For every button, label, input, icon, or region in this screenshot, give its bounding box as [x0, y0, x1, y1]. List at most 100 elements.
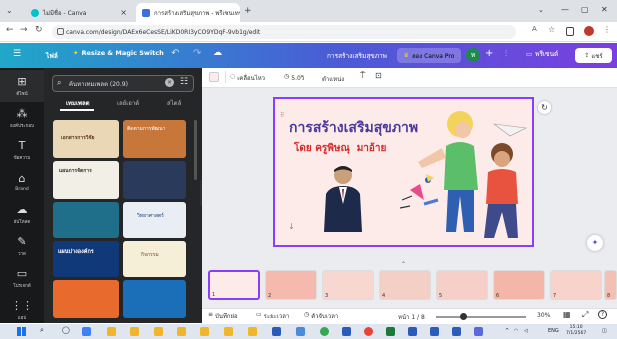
title-handle-icon[interactable]: ⠿: [280, 112, 284, 119]
grid-view-icon[interactable]: ▦: [563, 310, 571, 319]
taskbar-app-icon[interactable]: [386, 327, 395, 336]
template-thumbnail[interactable]: ติดตามการพัฒนา: [123, 120, 186, 158]
share-button[interactable]: ⇪ แชร์: [575, 48, 612, 63]
taskbar-app-icon[interactable]: [107, 327, 116, 336]
clear-search-icon[interactable]: ×: [165, 78, 174, 87]
notes-button[interactable]: ≡ บันทึกย่อ: [208, 311, 238, 321]
taskbar-app-icon[interactable]: [474, 327, 483, 336]
presenter-photo[interactable]: [318, 160, 368, 232]
sidepanel-icon[interactable]: [566, 27, 574, 36]
page-thumbnail[interactable]: 5: [436, 270, 488, 300]
page-thumbnail[interactable]: 2: [265, 270, 317, 300]
taskbar-app-icon[interactable]: [154, 327, 163, 336]
page-thumbnail[interactable]: 7: [550, 270, 602, 300]
template-thumbnail[interactable]: [123, 161, 186, 199]
taskbar-clock[interactable]: 15:10 7/1/2567: [566, 325, 586, 336]
page-thumbnail[interactable]: 4: [379, 270, 431, 300]
forward-icon[interactable]: →: [20, 25, 28, 35]
windows-start-icon[interactable]: [17, 327, 26, 336]
position-button[interactable]: ตำแหน่ง: [322, 74, 344, 84]
rail-item-draw[interactable]: ✎ วาด: [0, 230, 44, 262]
translate-icon[interactable]: A: [532, 25, 537, 33]
page-thumbnail[interactable]: 8: [604, 270, 617, 300]
tab-layouts[interactable]: เลย์เอาต์: [117, 98, 139, 108]
filter-icon[interactable]: ☷: [180, 77, 188, 87]
rail-item-design[interactable]: ⊞ ดีไซน์: [0, 70, 44, 102]
taskbar-app-icon[interactable]: [177, 327, 186, 336]
taskbar-app-icon[interactable]: [272, 327, 281, 336]
zoom-slider-track[interactable]: [436, 316, 526, 318]
file-menu[interactable]: ไฟล์: [46, 51, 58, 61]
timer-button[interactable]: ▭ ระยะเวลา: [256, 311, 289, 321]
minimize-button[interactable]: —: [561, 5, 569, 14]
template-thumbnail[interactable]: [53, 280, 119, 318]
paint-format-icon[interactable]: ⍑: [360, 71, 365, 81]
page-thumbnail-active[interactable]: 1: [208, 270, 260, 300]
rail-item-text[interactable]: T ข้อความ: [0, 134, 44, 166]
template-thumbnail[interactable]: วิทยาศาสตร์: [123, 202, 186, 238]
taskbar-app-icon[interactable]: [248, 327, 257, 336]
template-thumbnail[interactable]: เอกสารการวิจัย: [53, 120, 119, 158]
slide-subtitle[interactable]: โดย ครูพิษณุ มาอ้าย: [294, 141, 386, 156]
tray-chevron-icon[interactable]: ^: [505, 328, 509, 334]
hamburger-menu-icon[interactable]: ☰: [13, 49, 21, 59]
tab-search-icon[interactable]: ⌄: [6, 6, 13, 15]
site-info-icon[interactable]: [57, 28, 64, 35]
template-thumbnail[interactable]: [53, 202, 119, 238]
volume-icon[interactable]: ◁: [524, 328, 528, 334]
cloud-save-icon[interactable]: ☁: [213, 48, 222, 58]
browser-tab-2[interactable]: การสร้างเสริมสุขภาพ - พรีเซนเทชั่น ×: [136, 3, 240, 22]
taskbar-app-icon[interactable]: [430, 327, 439, 336]
add-page-down-icon[interactable]: ↓: [288, 222, 295, 231]
taskbar-app-icon[interactable]: [130, 327, 139, 336]
resize-magic-switch-button[interactable]: ✦ Resize & Magic Switch: [73, 49, 164, 57]
lock-icon[interactable]: ⊡: [375, 71, 382, 80]
tab-templates[interactable]: เทมเพลต: [66, 98, 90, 108]
rail-item-elements[interactable]: ⁂ องค์ประกอบ: [0, 102, 44, 134]
panel-scrollbar[interactable]: [194, 120, 197, 180]
new-tab-button[interactable]: +: [244, 6, 252, 16]
redo-button[interactable]: ↷: [193, 48, 201, 59]
taskview-icon[interactable]: ◯: [62, 326, 70, 334]
taskbar-app-icon[interactable]: [452, 327, 461, 336]
background-color-swatch[interactable]: [209, 72, 219, 82]
bookmark-star-icon[interactable]: ☆: [548, 25, 555, 34]
taskbar-search-icon[interactable]: ⌕: [40, 326, 44, 335]
close-window-button[interactable]: ✕: [601, 5, 608, 14]
rail-item-uploads[interactable]: ☁ อัปโหลด: [0, 198, 44, 230]
maximize-button[interactable]: ▢: [581, 5, 589, 14]
user-avatar[interactable]: ห: [466, 48, 480, 62]
template-thumbnail[interactable]: แผนบ่างองค์กร: [53, 241, 119, 277]
taskbar-app-icon[interactable]: [296, 327, 305, 336]
template-thumbnail[interactable]: [123, 280, 186, 318]
try-canva-pro-button[interactable]: ♛ ลอง Canva Pro: [397, 48, 461, 63]
page-thumbnail[interactable]: 3: [322, 270, 374, 300]
refresh-slide-icon[interactable]: ↻: [538, 101, 551, 114]
template-thumbnail[interactable]: กิจกรรม: [123, 241, 186, 277]
browser-tab-1[interactable]: ไม่มีชื่อ - Canva ×: [25, 3, 133, 22]
document-title[interactable]: การสร้างเสริมสุขภาพ: [327, 51, 387, 61]
back-icon[interactable]: ←: [6, 25, 14, 35]
reload-icon[interactable]: ↻: [35, 25, 43, 35]
browser-menu-icon[interactable]: ⋮: [603, 25, 611, 34]
rail-item-brand[interactable]: ⌂ Brand: [0, 166, 44, 198]
strip-collapse-icon[interactable]: ⌃: [401, 261, 406, 268]
taskbar-app-icon[interactable]: [364, 327, 373, 336]
template-thumbnail[interactable]: แผนการจัดการ: [53, 161, 119, 199]
zoom-slider-handle[interactable]: [460, 313, 467, 320]
present-button[interactable]: ▭ พรีเซนต์: [526, 49, 558, 59]
help-icon[interactable]: ?: [598, 310, 607, 319]
rail-item-apps[interactable]: ⋮⋮ แอป: [0, 294, 44, 326]
taskbar-app-icon[interactable]: [342, 327, 351, 336]
taskbar-app-icon[interactable]: [82, 327, 91, 336]
zoom-level[interactable]: 30%: [537, 312, 550, 319]
animate-button[interactable]: ◌ เคลื่อนไหว: [230, 73, 265, 83]
insights-icon[interactable]: ⫶: [505, 49, 507, 59]
fullscreen-icon[interactable]: ⤢: [582, 310, 588, 320]
input-language[interactable]: ENG: [548, 328, 559, 334]
minimize-icon[interactable]: ⌄: [538, 6, 544, 14]
undo-button[interactable]: ↶: [171, 48, 179, 59]
tab-styles[interactable]: สไตล์: [167, 98, 181, 108]
url-field[interactable]: canva.com/design/DAEx6eCesSE/LiKD0RI3yCO…: [52, 25, 516, 39]
profile-avatar[interactable]: [584, 26, 594, 36]
